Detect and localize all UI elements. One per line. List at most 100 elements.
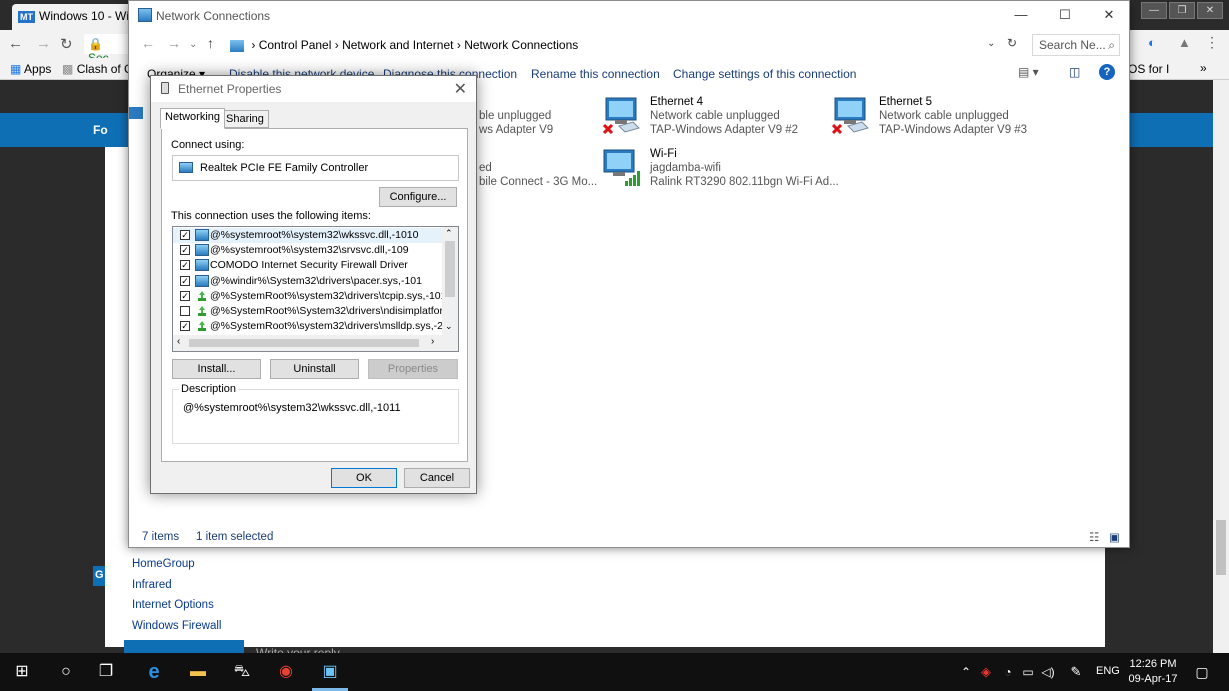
- site-favicon-icon: MT: [18, 11, 35, 23]
- refresh-icon[interactable]: ↻: [1007, 36, 1017, 50]
- browser-minimize-icon[interactable]: —: [1141, 2, 1167, 19]
- components-list[interactable]: ✓ @%systemroot%\system32\wkssvc.dll,-1010…: [172, 226, 459, 352]
- scroll-up-icon[interactable]: ⌃: [445, 228, 453, 239]
- browser-close-icon[interactable]: ✕: [1197, 2, 1223, 19]
- component-checkbox[interactable]: [180, 306, 190, 316]
- chrome-icon[interactable]: ◉: [276, 662, 296, 682]
- breadcrumb-control-panel[interactable]: Control Panel: [259, 38, 332, 52]
- connection-ethernet-5[interactable]: Ethernet 5 Network cable unplugged TAP-W…: [832, 96, 1062, 144]
- component-checkbox[interactable]: ✓: [180, 245, 190, 256]
- battery-tray-icon[interactable]: ▭: [1018, 662, 1038, 682]
- cortana-search-icon[interactable]: ○: [56, 662, 76, 682]
- site-link-windows-firewall[interactable]: Windows Firewall: [132, 616, 221, 637]
- component-checkbox[interactable]: ✓: [180, 275, 190, 286]
- component-row[interactable]: ✓ @%systemroot%\system32\srvsvc.dll,-109: [173, 243, 443, 258]
- component-checkbox[interactable]: ✓: [180, 230, 190, 240]
- action-center-icon[interactable]: ▢: [1192, 662, 1212, 682]
- search-input[interactable]: Search Ne... ⌕: [1032, 34, 1120, 56]
- component-row[interactable]: ✓ @%SystemRoot%\system32\drivers\tcpip.sy…: [173, 289, 458, 304]
- scroll-down-icon[interactable]: ⌄: [445, 321, 453, 332]
- small-network-icon: [129, 107, 143, 119]
- store-icon[interactable]: ⛍: [232, 662, 252, 682]
- forward-arrow-icon[interactable]: →: [167, 35, 181, 51]
- clock[interactable]: 12:26 PM 09-Apr-17: [1125, 657, 1181, 687]
- close-icon[interactable]: ✕: [1087, 1, 1131, 29]
- browser-forward-icon[interactable]: →: [36, 35, 51, 52]
- bookmark-right[interactable]: OS for I: [1128, 62, 1169, 76]
- ok-button[interactable]: OK: [331, 468, 397, 488]
- bookmarks-overflow-icon[interactable]: »: [1200, 61, 1207, 75]
- hidden-connection-adapter-2: bile Connect - 3G Mo...: [479, 176, 598, 188]
- browser-reload-icon[interactable]: ↻: [60, 35, 73, 53]
- edge-browser-icon[interactable]: e: [144, 662, 164, 682]
- browser-address-bar[interactable]: 🔒 Sec: [84, 34, 130, 65]
- browser-restore-icon[interactable]: ❐: [1169, 2, 1195, 19]
- input-language[interactable]: ENG: [1096, 665, 1120, 677]
- component-label: @%SystemRoot%\System32\drivers\ndisimpla…: [210, 305, 459, 317]
- list-vertical-scrollbar[interactable]: ⌃ ⌄: [442, 227, 458, 337]
- preview-pane-icon[interactable]: ◫: [1069, 65, 1080, 79]
- site-link-infrared[interactable]: Infrared: [132, 575, 221, 596]
- volume-tray-icon[interactable]: ◁): [1038, 662, 1058, 682]
- minimize-icon[interactable]: —: [999, 1, 1043, 29]
- ethernet-disconnected-icon: [603, 97, 640, 135]
- component-row[interactable]: ✓ @%windir%\System32\drivers\pacer.sys,-1…: [173, 274, 443, 289]
- details-view-icon[interactable]: ☷: [1089, 530, 1099, 544]
- task-view-icon[interactable]: ❐: [96, 662, 116, 682]
- browser-menu-icon[interactable]: ⋮: [1205, 34, 1219, 51]
- list-horizontal-scrollbar[interactable]: ‹ ›: [173, 335, 458, 351]
- breadcrumb-network-connections[interactable]: Network Connections: [464, 38, 578, 52]
- cancel-button[interactable]: Cancel: [404, 468, 470, 488]
- tab-sharing[interactable]: Sharing: [221, 110, 269, 128]
- pen-workspace-icon[interactable]: ✎: [1066, 662, 1086, 682]
- bookmark-clash[interactable]: ▩ Clash of C: [62, 62, 133, 76]
- connection-status: Network cable unplugged: [650, 110, 780, 122]
- browser-tab[interactable]: MT Windows 10 - Win: [12, 4, 132, 30]
- scroll-right-icon[interactable]: ›: [431, 336, 434, 347]
- network-connections-taskbar-icon[interactable]: ▣: [320, 662, 340, 682]
- hidden-connection-status-2: ed: [479, 162, 492, 174]
- component-checkbox[interactable]: ✓: [180, 290, 190, 301]
- dialog-close-icon[interactable]: ✕: [454, 79, 467, 99]
- address-dropdown-icon[interactable]: ⌄: [987, 38, 995, 49]
- back-arrow-icon[interactable]: ←: [141, 35, 155, 51]
- component-row[interactable]: @%SystemRoot%\System32\drivers\ndisimpla…: [173, 304, 458, 319]
- browser-scrollbar[interactable]: [1213, 80, 1229, 653]
- comodo-tray-icon[interactable]: ◈: [976, 662, 996, 682]
- recent-dropdown-icon[interactable]: ⌄: [189, 39, 197, 50]
- component-checkbox[interactable]: ✓: [180, 321, 190, 332]
- connection-wifi[interactable]: Wi-Fi jagdamba-wifi Ralink RT3290 802.11…: [603, 148, 839, 196]
- extension-icon-2[interactable]: ▲: [1178, 35, 1191, 50]
- uninstall-button[interactable]: Uninstall: [270, 359, 359, 379]
- up-arrow-icon[interactable]: ↑: [207, 35, 214, 51]
- breadcrumb-network-internet[interactable]: Network and Internet: [342, 38, 453, 52]
- site-link-homegroup[interactable]: HomeGroup: [132, 554, 221, 575]
- component-row[interactable]: ✓ @%SystemRoot%\system32\drivers\mslldp.s…: [173, 319, 454, 334]
- rename-command[interactable]: Rename this connection: [531, 67, 660, 81]
- start-windows-icon[interactable]: ⊞: [12, 662, 32, 682]
- bookmark-apps-label: Apps: [24, 62, 52, 76]
- connection-ethernet-4[interactable]: Ethernet 4 Network cable unplugged TAP-W…: [603, 96, 833, 144]
- show-hidden-icons-icon[interactable]: ⌃: [956, 662, 976, 682]
- view-options-icon[interactable]: ▤ ▾: [1018, 65, 1039, 79]
- scroll-left-icon[interactable]: ‹: [177, 336, 180, 347]
- network-protocol-icon: [195, 290, 209, 302]
- wifi-tray-icon[interactable]: ◔: [998, 662, 1018, 682]
- configure-button[interactable]: Configure...: [379, 187, 457, 207]
- bookmark-apps[interactable]: ▦ Apps: [10, 62, 51, 76]
- address-bar[interactable]: › Control Panel › Network and Internet ›…: [225, 34, 1003, 56]
- large-icons-view-icon[interactable]: ▣: [1109, 530, 1120, 544]
- change-settings-command[interactable]: Change settings of this connection: [673, 67, 856, 81]
- site-fragment-fo: Fo: [93, 123, 108, 137]
- browser-back-icon[interactable]: ←: [8, 35, 23, 52]
- install-button[interactable]: Install...: [172, 359, 261, 379]
- component-checkbox[interactable]: ✓: [180, 260, 190, 271]
- file-explorer-icon[interactable]: ▬: [188, 662, 208, 682]
- component-row[interactable]: ✓ @%systemroot%\system32\wkssvc.dll,-1010: [173, 228, 443, 243]
- help-icon[interactable]: ?: [1099, 64, 1115, 80]
- component-row[interactable]: ✓ COMODO Internet Security Firewall Drive…: [173, 258, 443, 273]
- extension-icon[interactable]: ◐: [1148, 35, 1156, 50]
- site-link-internet-options[interactable]: Internet Options: [132, 595, 221, 616]
- tab-networking[interactable]: Networking: [160, 108, 226, 129]
- maximize-icon[interactable]: ☐: [1043, 1, 1087, 29]
